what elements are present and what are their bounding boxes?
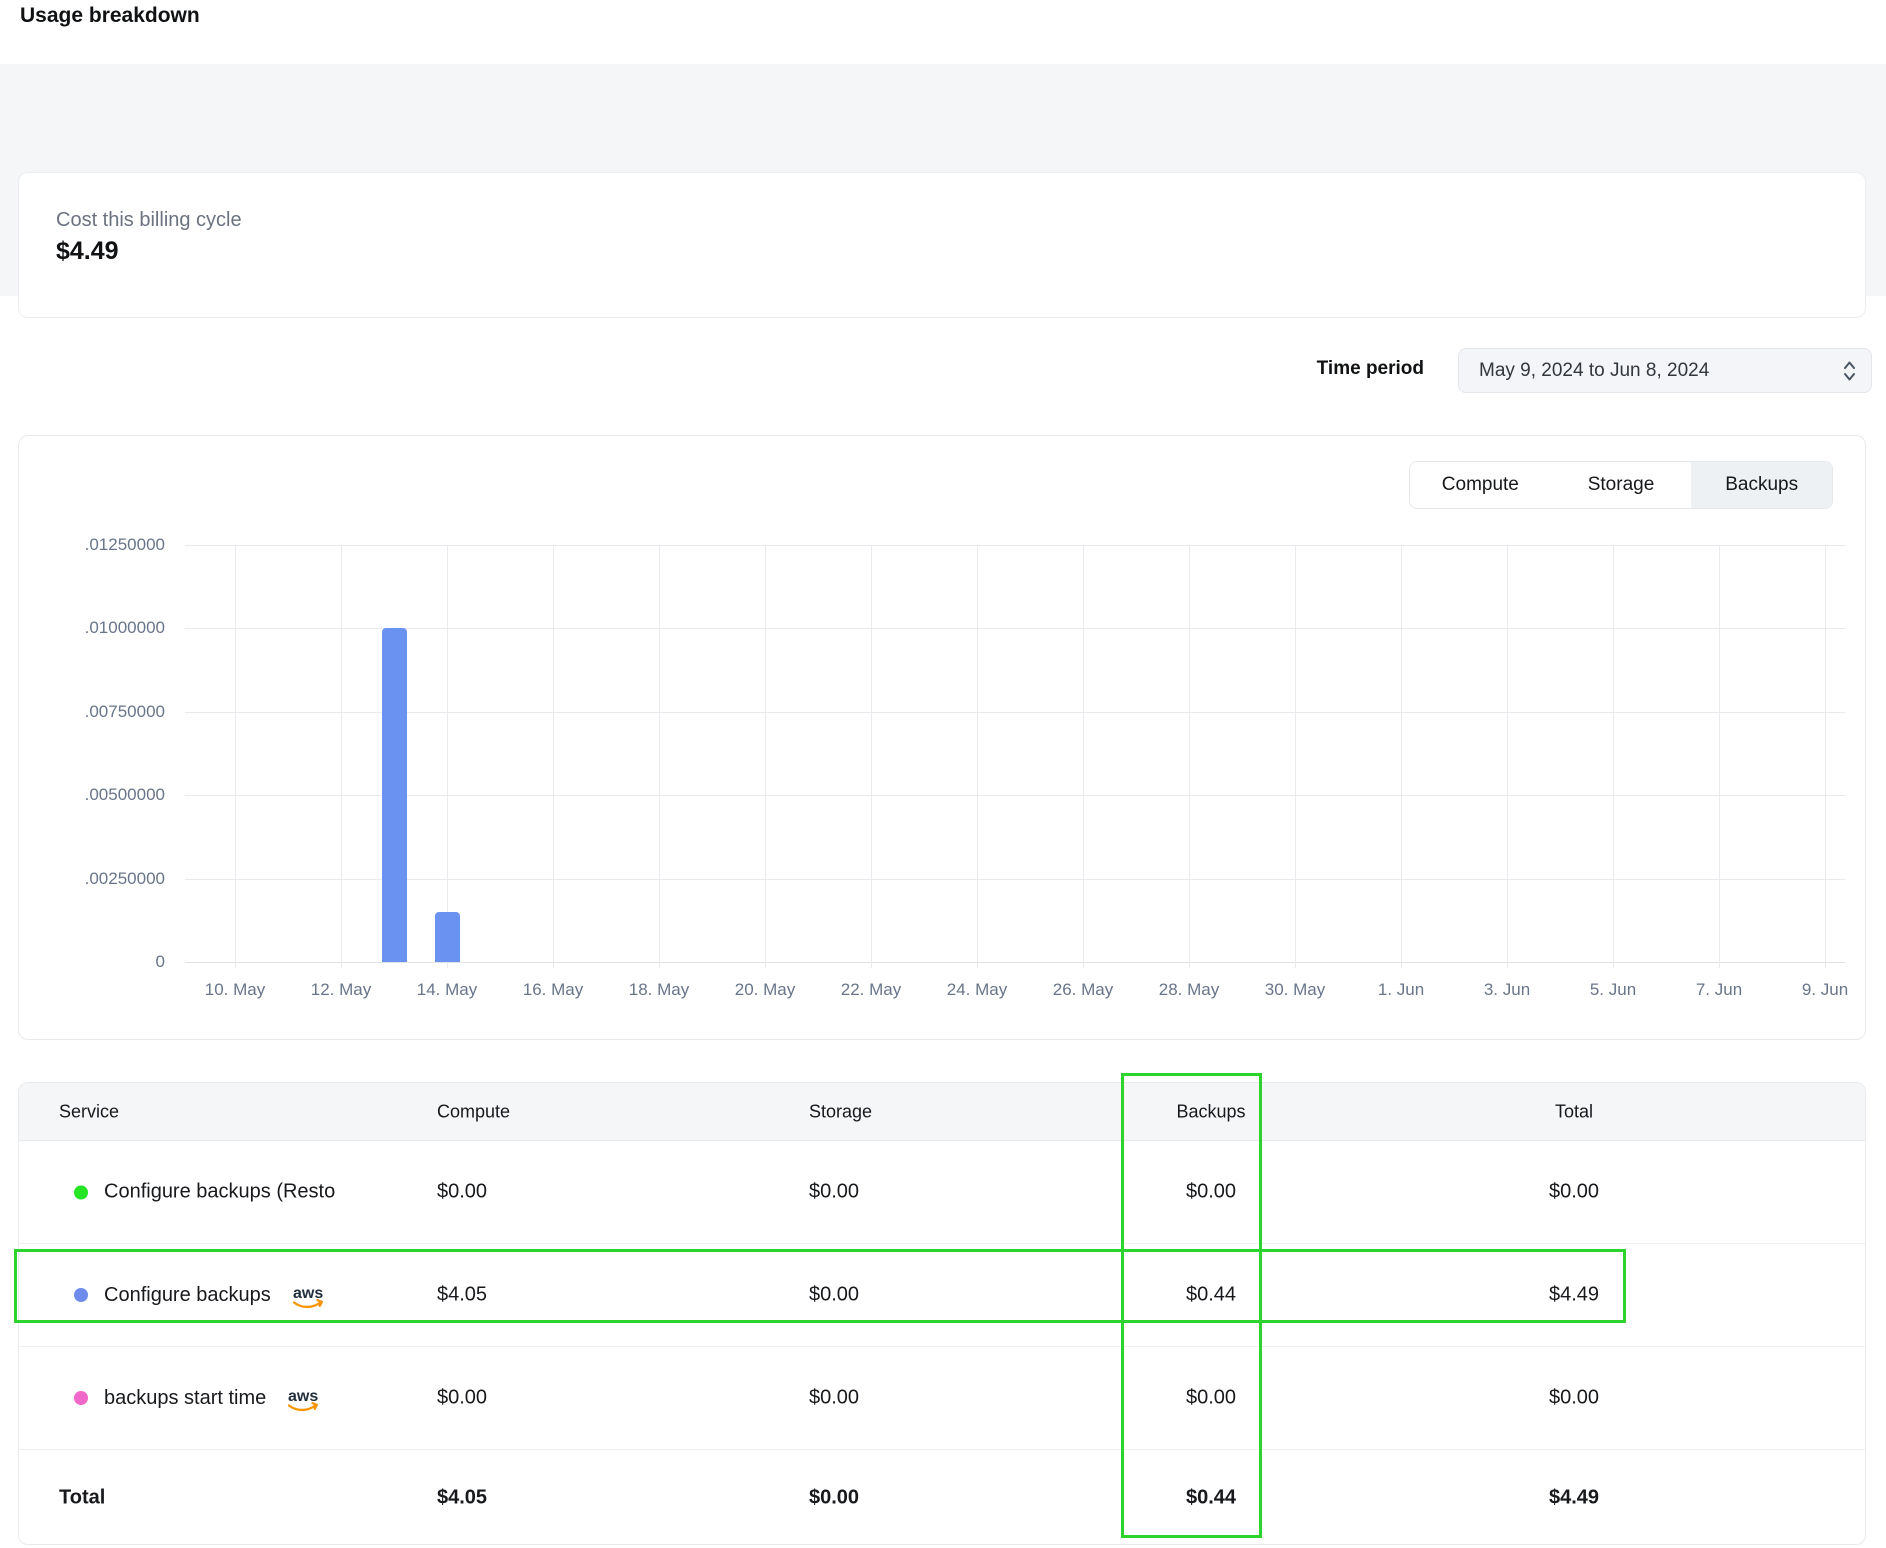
column-header-backups: Backups [1111,1101,1311,1122]
backups-cost-cell: $0.00 [1111,1387,1311,1410]
service-legend-dot [74,1185,88,1199]
compute-cost-cell: $4.05 [437,1284,487,1307]
cost-card: Cost this billing cycle $4.49 [18,172,1866,318]
table-header-row: Service Compute Storage Backups Total [19,1083,1865,1141]
usage-chart-panel [18,435,1866,1040]
tab-storage[interactable]: Storage [1551,462,1692,508]
total-backups-cell: $0.44 [1111,1486,1311,1509]
aws-logo-icon: aws [282,1386,324,1414]
total-storage-cell: $0.00 [809,1486,859,1509]
storage-cost-cell: $0.00 [809,1181,859,1204]
service-name: backups start time [104,1387,266,1410]
svg-text:aws: aws [288,1388,318,1405]
tab-compute[interactable]: Compute [1410,462,1551,508]
total-row-label: Total [59,1486,105,1509]
column-header-storage: Storage [809,1101,872,1122]
column-header-service: Service [59,1101,119,1122]
backups-cost-cell: $0.00 [1111,1181,1311,1204]
time-period-select[interactable]: May 9, 2024 to Jun 8, 2024 [1458,348,1872,393]
usage-table: Service Compute Storage Backups Total Co… [18,1082,1866,1545]
cost-card-value: $4.49 [56,237,119,266]
storage-cost-cell: $0.00 [809,1387,859,1410]
time-period-value: May 9, 2024 to Jun 8, 2024 [1479,360,1709,382]
total-cost-cell: $0.00 [1474,1181,1674,1204]
total-total-cell: $4.49 [1474,1486,1674,1509]
table-row: Configure backups (Resto $0.00 $0.00 $0.… [19,1141,1865,1244]
svg-text:aws: aws [293,1285,323,1302]
chart-metric-tabs: Compute Storage Backups [1409,461,1833,509]
compute-cost-cell: $0.00 [437,1181,487,1204]
table-row: Configure backups aws $4.05 $0.00 $0.44 … [19,1244,1865,1347]
chevron-updown-icon [1842,359,1857,383]
page-title: Usage breakdown [20,4,200,28]
table-row: backups start time aws $0.00 $0.00 $0.00… [19,1347,1865,1450]
storage-cost-cell: $0.00 [809,1284,859,1307]
backups-cost-cell: $0.44 [1111,1284,1311,1307]
column-header-compute: Compute [437,1101,510,1122]
service-legend-dot [74,1391,88,1405]
tab-backups[interactable]: Backups [1691,462,1832,508]
total-cost-cell: $4.49 [1474,1284,1674,1307]
time-period-label: Time period [1284,358,1424,380]
aws-logo-icon: aws [287,1283,329,1311]
total-cost-cell: $0.00 [1474,1387,1674,1410]
cost-card-label: Cost this billing cycle [56,209,242,232]
service-name: Configure backups (Resto [104,1181,335,1204]
billing-summary-band: Cost this billing cycle $4.49 [0,64,1886,296]
compute-cost-cell: $0.00 [437,1387,487,1410]
total-compute-cell: $4.05 [437,1486,487,1509]
service-name: Configure backups [104,1284,271,1307]
column-header-total: Total [1474,1101,1674,1122]
service-legend-dot [74,1288,88,1302]
table-total-row: Total $4.05 $0.00 $0.44 $4.49 [19,1450,1865,1545]
